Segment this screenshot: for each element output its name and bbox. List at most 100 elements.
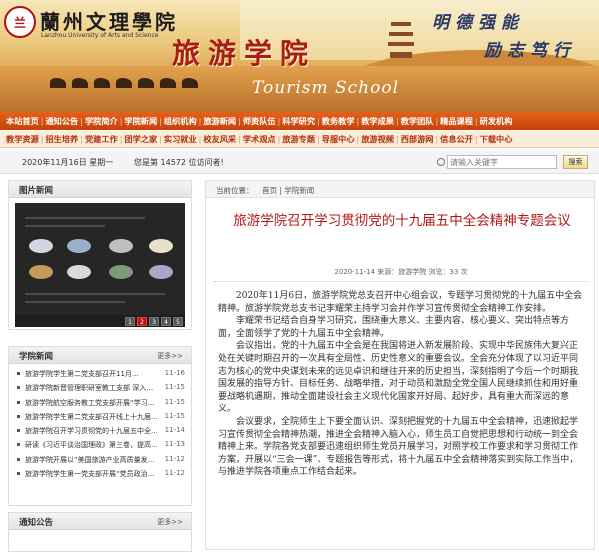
school-title: 旅游学院: [172, 37, 317, 70]
article-paragraph: 2020年11月6日，旅游学院党总支召开中心组会议，专题学习贯彻党的十九届五中全…: [218, 291, 583, 314]
news-item-date: 11-14: [164, 426, 185, 435]
notice-title: 通知公告: [19, 518, 54, 528]
logo-glyph: 兰: [13, 15, 26, 30]
search-input[interactable]: [447, 155, 557, 169]
article-paragraph: 会议指出，党的十九届五中全会是在我国将进入新发展阶段、实现中华民族伟大复兴正处在…: [218, 341, 579, 415]
nav-item-secondary[interactable]: 党建工作: [83, 133, 120, 145]
search-button[interactable]: 搜索: [563, 155, 588, 169]
college-news-header: 学院新闻 更多>>: [9, 347, 191, 364]
nav-item-primary[interactable]: 师资队伍: [241, 115, 278, 127]
nav-item-secondary[interactable]: 下载中心: [478, 133, 515, 145]
nav-item-primary[interactable]: 通知公告: [43, 115, 80, 127]
nav-item-primary[interactable]: 精品课程: [438, 115, 475, 127]
nav-item-primary[interactable]: 学院新闻: [122, 115, 159, 127]
photo-news-panel: 图片新闻 12345: [8, 180, 192, 330]
slideshow-page-button[interactable]: 2: [137, 317, 147, 326]
college-news-more-link[interactable]: 更多>>: [157, 351, 183, 361]
news-item-date: 11-15: [164, 411, 185, 420]
list-item[interactable]: 旅游学院开展以“美国旅游产业高质量发… 11-12: [15, 453, 185, 467]
info-bar: 2020年11月16日 星期一 您是第 14572 位访问者! 搜索: [0, 150, 599, 174]
breadcrumb-path[interactable]: 首页 | 学院新闻: [262, 185, 314, 196]
motto-line-1: 明德强能: [432, 13, 524, 33]
bullet-icon: [17, 386, 20, 390]
motto-line-2: 励志笃行: [484, 41, 576, 61]
news-item-title[interactable]: 旅游学院新晋管理职研室教工支部 深入…: [25, 383, 165, 393]
photo-slideshow[interactable]: 12345: [15, 203, 185, 327]
nav-item-primary[interactable]: 学院简介: [83, 115, 120, 127]
bullet-icon: [17, 457, 20, 461]
nav-item-secondary[interactable]: 招生培养: [43, 133, 80, 145]
nav-item-secondary[interactable]: 旅游专题: [280, 133, 317, 145]
nav-item-secondary[interactable]: 教学资源: [4, 133, 41, 145]
slideshow-page-button[interactable]: 3: [149, 317, 159, 326]
school-title-en: Tourism School: [252, 78, 400, 98]
article-title: 旅游学院召开学习贯彻党的十九届五中全会精神专题会议: [233, 213, 571, 229]
news-item-title[interactable]: 旅游学院航空服务教工党支部开展“学习…: [25, 398, 165, 408]
list-item[interactable]: 旅游学院学生第二党支部召开11月… 11-16: [15, 367, 185, 381]
news-item-title[interactable]: 研读《习近平谈治国理政》第三卷，提高…: [25, 440, 165, 450]
nav-item-primary[interactable]: 组织机构: [162, 115, 199, 127]
news-item-date: 11-13: [164, 440, 185, 449]
bullet-icon: [17, 472, 20, 476]
slideshow-image[interactable]: [15, 203, 185, 315]
nav-item-secondary[interactable]: 校友风采: [201, 133, 238, 145]
news-item-date: 11-15: [164, 383, 185, 392]
list-item[interactable]: 旅游学院航空服务教工党支部开展“学习… 11-15: [15, 396, 185, 410]
slideshow-page-button[interactable]: 5: [173, 317, 183, 326]
slideshow-page-button[interactable]: 4: [161, 317, 171, 326]
list-item[interactable]: 研读《习近平谈治国理政》第三卷，提高… 11-13: [15, 438, 185, 452]
search-icon: [437, 158, 445, 166]
article-body: 2020年11月6日，旅游学院党总支召开中心组会议，专题学习贯彻党的十九届五中全…: [218, 290, 586, 479]
bullet-icon: [17, 400, 20, 404]
list-item[interactable]: 旅游学院学生第二党支部召开线上十九届… 11-15: [15, 410, 185, 424]
news-item-title[interactable]: 旅游学院学生第一党支部开展“党员政治…: [25, 469, 165, 479]
primary-nav: 本站首页 | 通知公告 | 学院简介 | 学院新闻 | 组织机构 | 旅游新闻 | 师资队伍 | 科学研究 |…: [0, 112, 599, 130]
news-item-title[interactable]: 旅游学院召开学习贯彻党的十九届五中全…: [25, 426, 165, 436]
header-banner: 兰 蘭州文理學院 Lanzhou University of Arts and …: [0, 0, 599, 112]
news-item-date: 11-15: [164, 397, 185, 406]
photo-news-title: 图片新闻: [19, 186, 54, 196]
list-item[interactable]: 旅游学院新晋管理职研室教工支部 深入… 11-15: [15, 381, 185, 395]
university-logo[interactable]: 兰: [4, 6, 36, 38]
university-name: 蘭州文理學院: [40, 10, 178, 34]
nav-item-primary[interactable]: 旅游新闻: [201, 115, 238, 127]
breadcrumb-label: 当前位置：: [216, 186, 254, 195]
bullet-icon: [17, 372, 20, 375]
article-paragraph: 会议要求，全院师生上下要全面认识、深刻把握党的十九届五中全会精神，迅速掀起学习宣…: [218, 416, 579, 478]
nav-item-secondary[interactable]: 学术观点: [241, 133, 278, 145]
nav-item-secondary[interactable]: 团学之家: [122, 133, 159, 145]
notice-more-link[interactable]: 更多>>: [157, 517, 183, 527]
list-item[interactable]: 旅游学院学生第一党支部开展“党员政治… 11-12: [15, 467, 185, 481]
nav-item-secondary[interactable]: 西部游网: [399, 133, 436, 145]
news-item-title[interactable]: 旅游学院学生第二党支部召开11月…: [25, 369, 165, 379]
college-news-list: 旅游学院学生第二党支部召开11月… 11-16 旅游学院新晋管理职研室教工支部 深入…: [9, 364, 191, 481]
nav-item-primary[interactable]: 科学研究: [280, 115, 317, 127]
nav-item-secondary[interactable]: 导服中心: [320, 133, 357, 145]
nav-item-primary[interactable]: 教学团队: [399, 115, 436, 127]
list-item[interactable]: 旅游学院召开学习贯彻党的十九届五中全… 11-14: [15, 424, 185, 438]
nav-item-primary[interactable]: 研发机构: [478, 115, 515, 127]
college-news-title: 学院新闻: [19, 352, 54, 362]
notice-panel: 通知公告 更多>>: [8, 512, 192, 552]
slideshow-pager: 12345: [125, 317, 183, 326]
visitor-count: 您是第 14572 位访问者!: [134, 158, 224, 167]
photo-news-header: 图片新闻: [9, 181, 191, 198]
pagoda-image: [388, 18, 414, 58]
nav-item-secondary[interactable]: 旅游视频: [359, 133, 396, 145]
nav-item-primary[interactable]: 本站首页: [4, 115, 41, 127]
nav-item-secondary[interactable]: 实习就业: [162, 133, 199, 145]
bullet-icon: [17, 443, 20, 447]
slideshow-page-button[interactable]: 1: [125, 317, 135, 326]
nav-item-secondary[interactable]: 信息公开: [438, 133, 475, 145]
breadcrumb: 当前位置： 首页 | 学院新闻: [206, 181, 594, 198]
article-meta: 2020-11-14 来源：旅游学院 浏览：33 次: [334, 268, 468, 276]
article-paragraph: 李耀荣书记结合自身学习研究，围绕重大意义、主要内容、核心要义、突出特点等方面，全…: [218, 316, 570, 339]
college-news-panel: 学院新闻 更多>> 旅游学院学生第二党支部召开11月… 11-16 旅游学院新晋管理…: [8, 346, 192, 506]
news-item-title[interactable]: 旅游学院开展以“美国旅游产业高质量发…: [25, 455, 165, 465]
bullet-icon: [17, 429, 20, 433]
nav-item-primary[interactable]: 教学成果: [359, 115, 396, 127]
divider: [214, 281, 588, 282]
notice-header: 通知公告 更多>>: [9, 513, 191, 530]
nav-item-primary[interactable]: 教务教学: [320, 115, 357, 127]
news-item-title[interactable]: 旅游学院学生第二党支部召开线上十九届…: [25, 412, 165, 422]
